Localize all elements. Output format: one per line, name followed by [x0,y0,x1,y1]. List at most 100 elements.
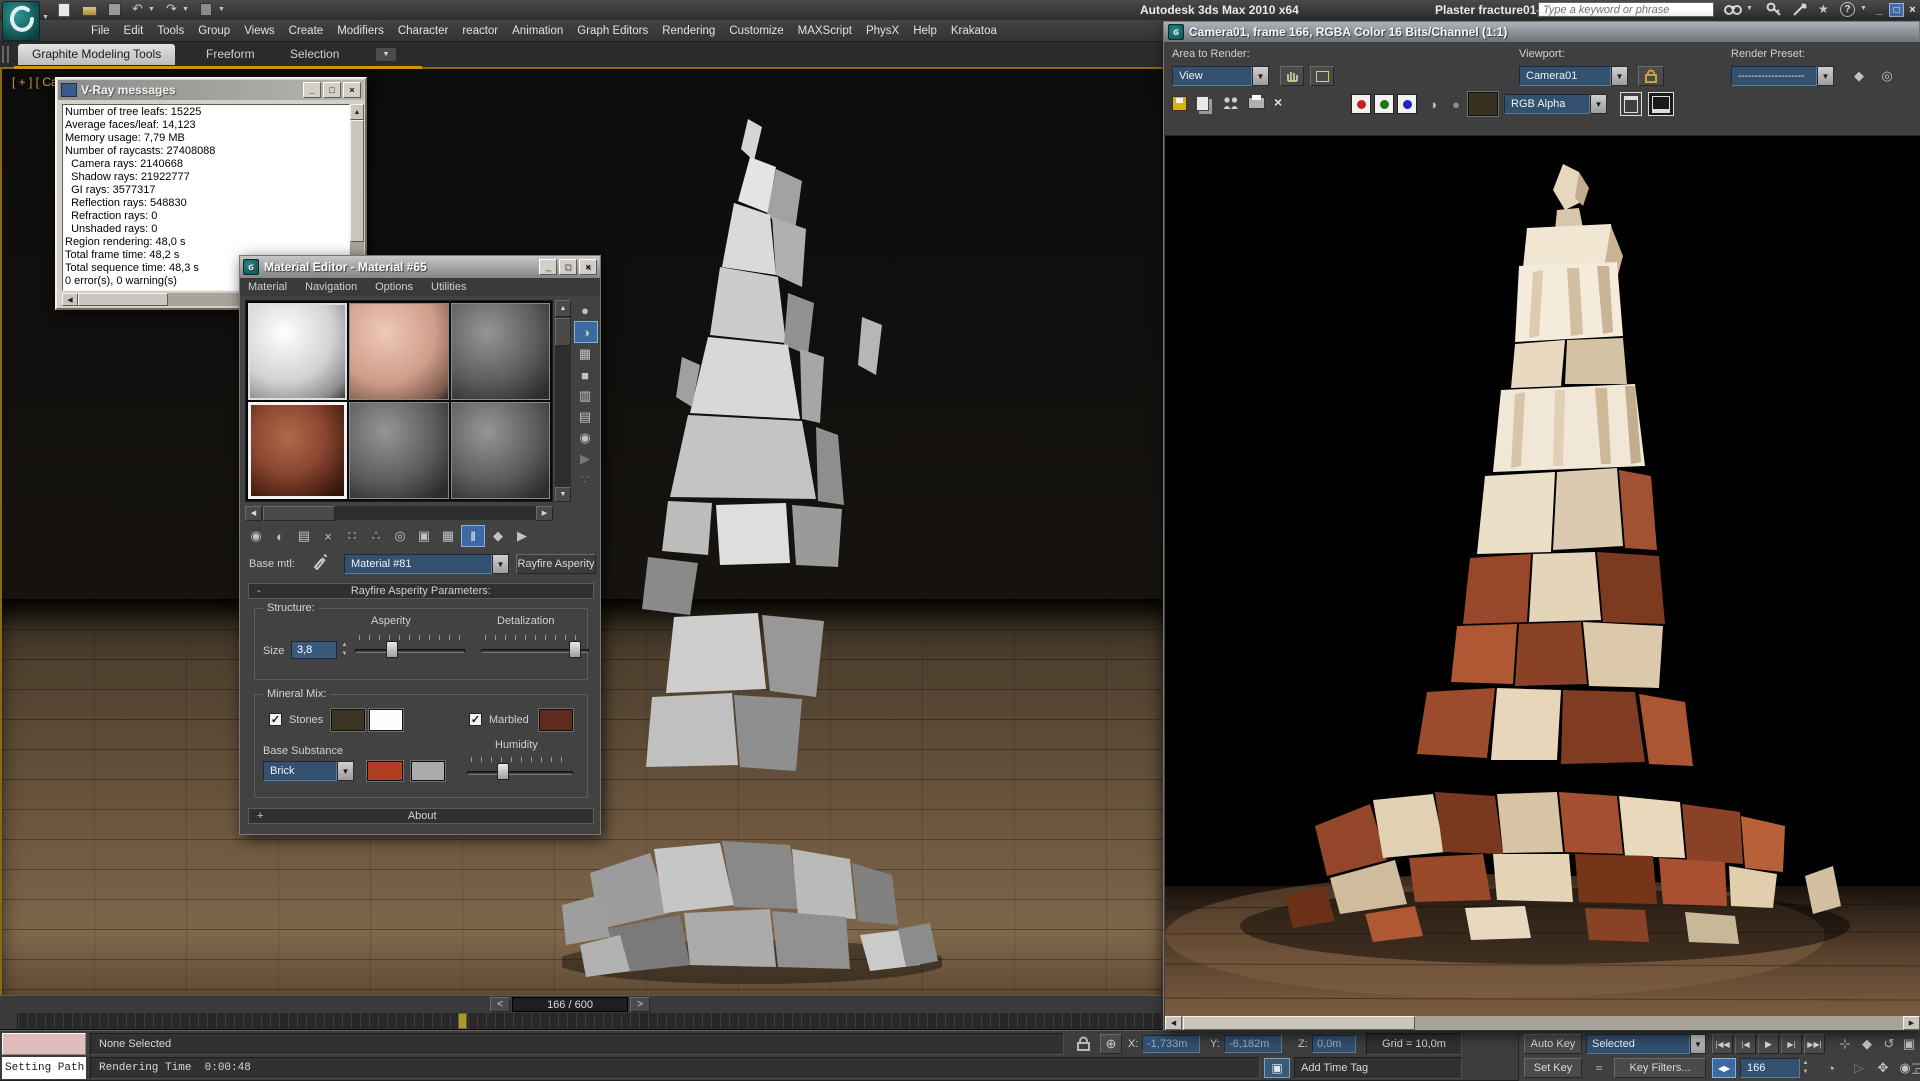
blue-channel-icon[interactable] [1397,94,1417,114]
workspace-dropdown-icon[interactable]: ▼ [218,6,225,13]
marbled-color-swatch[interactable] [539,709,573,731]
set-key-button[interactable]: Set Key [1524,1058,1582,1078]
material-slot-white[interactable] [248,303,347,400]
clone-window-icon[interactable] [1222,95,1240,115]
menu-create[interactable]: Create [282,20,331,42]
reset-map-icon[interactable]: × [317,526,339,546]
auto-key-button[interactable]: Auto Key [1524,1034,1582,1054]
time-tag-cube-icon[interactable]: ▣ [1264,1058,1290,1078]
menu-help[interactable]: Help [906,20,944,42]
humidity-slider-handle[interactable] [497,763,509,780]
tab-selection[interactable]: Selection [276,44,353,65]
vfb-scroll-left-icon[interactable]: ◀ [1165,1016,1182,1030]
area-dropdown-icon[interactable]: ▼ [1252,66,1269,86]
size-field[interactable]: 3,8 [291,641,337,659]
channel-display-dropdown[interactable]: RGB Alpha [1504,94,1590,114]
track-bar[interactable] [0,1013,1163,1030]
material-slot-gray-1[interactable] [451,303,550,400]
help-icon[interactable]: ? [1840,2,1855,17]
slots-hscroll-thumb[interactable] [263,506,335,521]
vray-scroll-up-icon[interactable]: ▲ [350,104,364,120]
go-to-end-icon[interactable]: ▶▶| [1804,1034,1825,1054]
base-substance-dropdown-icon[interactable]: ▼ [337,761,354,781]
open-file-icon[interactable] [82,6,97,16]
stones-checkbox[interactable]: ✓ [269,713,282,726]
vfb-titlebar[interactable]: ϭ Camera01, frame 166, RGBA Color 16 Bit… [1164,22,1919,42]
favorites-star-icon[interactable]: ★ [1818,2,1829,16]
asperity-slider-handle[interactable] [386,641,398,658]
clear-image-icon[interactable]: × [1274,94,1282,110]
material-map-navigator-icon[interactable]: ∵ [574,470,596,490]
pick-material-dropper-icon[interactable] [312,552,328,573]
save-file-icon[interactable] [108,3,121,16]
video-color-check-icon[interactable]: ▥ [574,386,596,406]
trackbar-frame-marker[interactable] [458,1013,467,1029]
selection-set-dropdown-icon[interactable]: ▼ [1690,1034,1706,1054]
play-animation-icon[interactable]: ▶ [1758,1034,1779,1054]
material-type-button[interactable]: Rayfire Asperity [516,554,596,574]
slots-scroll-down-icon[interactable]: ▼ [555,487,571,502]
rollout-header[interactable]: - Rayfire Asperity Parameters: [248,583,594,599]
make-unique-icon[interactable]: ∴ [365,526,387,546]
base-mtl-dropdown-icon[interactable]: ▼ [492,554,509,574]
auto-region-icon[interactable] [1310,66,1334,86]
macro-recorder-pane[interactable] [2,1033,86,1055]
monochrome-icon[interactable]: ◑ [1422,94,1444,114]
menu-file[interactable]: File [84,20,117,42]
zoom-region-icon[interactable]: ◲ [1912,1058,1920,1078]
viewport-lock-icon[interactable] [1638,66,1664,86]
menu-views[interactable]: Views [237,20,281,42]
go-to-parent-icon[interactable]: ◆ [487,526,509,546]
previous-frame-icon[interactable]: |◀ [1735,1034,1756,1054]
material-slot-gray-2[interactable] [349,402,448,499]
time-slider-prev-icon[interactable]: < [490,997,510,1012]
production-render-icon[interactable]: ◎ [1876,66,1898,86]
vray-titlebar[interactable]: V-Ray messages _ □ × [58,80,364,100]
base-substance-swatch-1[interactable] [367,761,403,781]
material-slot-pink[interactable] [349,303,448,400]
workspace-icon[interactable] [200,3,212,16]
render-setup-icon[interactable]: ◆ [1848,66,1870,86]
new-file-icon[interactable] [58,3,70,17]
key-filters-button[interactable]: Key Filters... [1614,1058,1706,1078]
render-frame-window[interactable]: ϭ Camera01, frame 166, RGBA Color 16 Bit… [1163,21,1920,1030]
select-by-material-icon[interactable]: ▶ [574,449,596,469]
vray-close-icon[interactable]: × [343,82,361,98]
size-spinner[interactable]: ▲ ▼ [339,641,350,659]
menu-animation[interactable]: Animation [505,20,570,42]
sample-type-icon[interactable]: ● [574,300,596,320]
pan-hand-icon[interactable]: ✥ [1872,1058,1894,1078]
base-substance-dropdown[interactable]: Brick [263,761,337,781]
search-input[interactable] [1538,2,1714,17]
slots-hscrollbar[interactable]: ◀ ▶ [245,506,553,520]
window-restore-button[interactable]: □ [1889,3,1904,17]
vray-scroll-thumb[interactable] [350,120,364,242]
fullscreen-toggle-icon[interactable] [1648,92,1674,116]
edit-region-hand-icon[interactable] [1280,66,1304,86]
time-slider-next-icon[interactable]: > [630,997,650,1012]
material-editor-titlebar[interactable]: ϭ Material Editor - Material #65 _ □ × [240,256,600,278]
z-coord-field[interactable]: 0,0m [1312,1035,1356,1053]
max-logo[interactable] [2,1,40,41]
channel-dropdown-icon[interactable]: ▼ [1590,94,1607,114]
backlight-icon[interactable]: ◑ [574,321,598,343]
current-frame-field[interactable]: 166 [1740,1058,1800,1078]
save-image-icon[interactable] [1172,96,1187,111]
absolute-relative-toggle-icon[interactable]: ⊕ [1100,1034,1122,1054]
ribbon-expand-icon[interactable]: ▼ [376,48,396,61]
zoom-extents-icon[interactable]: ⊹ [1834,1034,1856,1054]
vfb-viewport-dropdown-icon[interactable]: ▼ [1611,66,1628,86]
menu-reactor[interactable]: reactor [455,20,505,42]
mat-minimize-icon[interactable]: _ [539,259,557,275]
stones-color-swatch-1[interactable] [331,709,365,731]
redo-icon[interactable]: ↷ [166,1,177,17]
area-to-render-dropdown[interactable]: View [1172,66,1252,86]
menu-modifiers[interactable]: Modifiers [330,20,391,42]
red-channel-icon[interactable] [1351,94,1371,114]
next-frame-icon[interactable]: ▶| [1781,1034,1802,1054]
maximize-viewport-icon[interactable]: ▣ [1898,1034,1920,1054]
menu-group[interactable]: Group [191,20,237,42]
material-slot-brick-active[interactable] [248,402,347,499]
vfb-scroll-right-icon[interactable]: ▶ [1903,1016,1920,1030]
vray-hscroll-thumb[interactable] [78,293,168,306]
